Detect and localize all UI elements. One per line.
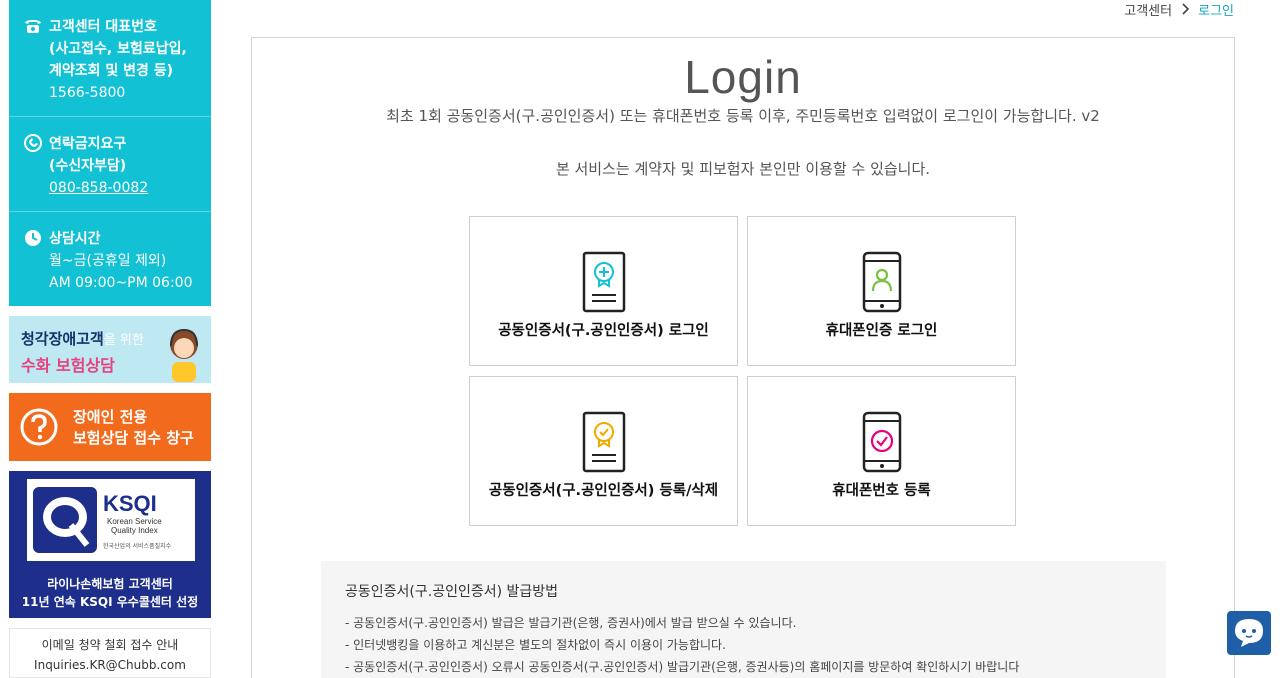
- guide-line: - 공동인증서(구.공인인증서) 오류시 공동인증서(구.공인인증서) 발급기관…: [345, 660, 1020, 674]
- certificate-login-button[interactable]: 공동인증서(구.공인인증서) 로그인: [469, 216, 738, 366]
- clock-icon: [25, 230, 41, 246]
- chatbot-button[interactable]: [1227, 611, 1271, 655]
- customer-center-info: 고객센터 대표번호 (사고접수, 보험료납입, 계약조회 및 변경 등) 156…: [9, 0, 211, 306]
- ksqi-award-banner[interactable]: KSQI Korean Service Quality Index 한국산업의 …: [9, 471, 211, 618]
- ksqi-subtitle: Korean Service Quality Index: [107, 517, 162, 535]
- guide-line: - 인터넷뱅킹을 이용하고 계신분은 별도의 절차없이 즉시 이용이 가능합니다…: [345, 638, 726, 652]
- login-description: 최초 1회 공동인증서(구.공인인증서) 또는 휴대폰번호 등록 이후, 주민등…: [386, 107, 1100, 125]
- sidebar: 고객센터 대표번호 (사고접수, 보험료납입, 계약조회 및 변경 등) 156…: [9, 0, 211, 678]
- phone-check-icon: [862, 411, 901, 473]
- breadcrumb-home[interactable]: 고객센터: [1124, 0, 1172, 19]
- info-value-main-number: 1566-5800: [49, 85, 126, 101]
- info-item-no-contact: 연락금지요구 (수신자부담) 080-858-0082: [9, 117, 211, 212]
- email-notice-address: Inquiries.KR@Chubb.com: [34, 658, 186, 672]
- info-item-hours: 상담시간 월~금(공휴일 제외) AM 09:00~PM 06:00: [9, 212, 211, 306]
- sign-language-consult-banner[interactable]: 청각장애고객을 위한 수화 보험상담: [9, 316, 211, 383]
- sign-banner-line1-small: 을 위한: [103, 333, 144, 348]
- guide-line: - 공동인증서(구.공인인증서) 발급은 발급기관(은행, 증권사)에서 발급 …: [345, 616, 797, 630]
- certificate-issue-guide: 공동인증서(구.공인인증서) 발급방법 - 공동인증서(구.공인인증서) 발급은…: [321, 561, 1166, 678]
- guide-title: 공동인증서(구.공인인증서) 발급방법: [345, 584, 559, 600]
- sign-banner-line1: 청각장애고객: [21, 330, 104, 348]
- info-title-main-number: 고객센터 대표번호 (사고접수, 보험료납입, 계약조회 및 변경 등): [49, 19, 187, 79]
- phone-person-icon: [862, 251, 901, 313]
- certificate-register-button[interactable]: 공동인증서(구.공인인증서) 등록/삭제: [469, 376, 738, 526]
- certificate-login-icon: [582, 251, 625, 313]
- phone-register-label: 휴대폰번호 등록: [832, 483, 931, 499]
- ksqi-caption: 라이나손해보험 고객센터 11년 연속 KSQI 우수콜센터 선정: [21, 577, 199, 609]
- info-title-no-contact: 연락금지요구 (수신자부담): [49, 136, 127, 174]
- page-title: Login: [684, 51, 802, 103]
- no-contact-number-link[interactable]: 080-858-0082: [49, 177, 148, 199]
- email-withdrawal-notice[interactable]: 이메일 청약 철회 접수 안내 Inquiries.KR@Chubb.com: [9, 628, 211, 678]
- ksqi-q-logo-icon: [33, 487, 97, 553]
- no-call-icon: [24, 134, 42, 152]
- email-notice-title: 이메일 청약 철회 접수 안내: [41, 638, 179, 652]
- disabled-banner-text: 장애인 전용 보험상담 접수 창구: [73, 408, 194, 447]
- ksqi-name: KSQI: [103, 491, 157, 516]
- phone-register-button[interactable]: 휴대폰번호 등록: [747, 376, 1016, 526]
- chevron-right-icon: [1182, 3, 1190, 15]
- chatbot-icon: [1235, 619, 1263, 647]
- info-value-hours: 월~금(공휴일 제외) AM 09:00~PM 06:00: [49, 253, 193, 291]
- info-title-hours: 상담시간: [49, 231, 101, 247]
- phone-auth-login-label: 휴대폰인증 로그인: [825, 323, 938, 339]
- counselor-illustration-icon: [170, 328, 198, 382]
- breadcrumb-current: 로그인: [1198, 3, 1234, 19]
- sign-banner-line2: 수화 보험상담: [21, 356, 115, 375]
- disabled-consult-banner[interactable]: 장애인 전용 보험상담 접수 창구: [9, 393, 211, 461]
- phone-icon: [25, 20, 41, 33]
- ksqi-korean-subtitle: 한국산업의 서비스품질지수: [103, 543, 172, 550]
- info-item-main-number: 고객센터 대표번호 (사고접수, 보험료납입, 계약조회 및 변경 등) 156…: [9, 0, 211, 117]
- phone-auth-login-button[interactable]: 휴대폰인증 로그인: [747, 216, 1016, 366]
- question-icon: [20, 408, 58, 446]
- certificate-login-label: 공동인증서(구.공인인증서) 로그인: [498, 323, 709, 339]
- service-notice: 본 서비스는 계약자 및 피보험자 본인만 이용할 수 있습니다.: [555, 160, 931, 178]
- ksqi-logo: KSQI Korean Service Quality Index 한국산업의 …: [27, 479, 195, 561]
- login-panel: Login 최초 1회 공동인증서(구.공인인증서) 또는 휴대폰번호 등록 이…: [251, 37, 1235, 678]
- breadcrumb: 고객센터 로그인: [1124, 0, 1234, 19]
- certificate-register-icon: [582, 411, 625, 473]
- certificate-register-label: 공동인증서(구.공인인증서) 등록/삭제: [488, 483, 719, 499]
